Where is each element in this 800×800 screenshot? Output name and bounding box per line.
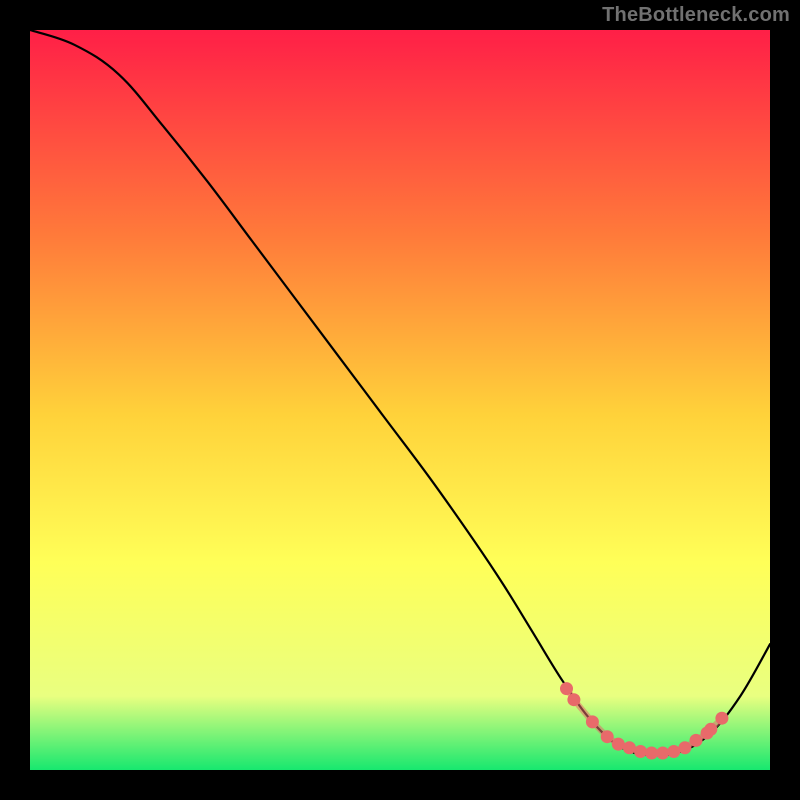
chart-frame: TheBottleneck.com [0,0,800,800]
highlight-dot [656,746,669,759]
highlight-dot [715,712,728,725]
highlight-dot [678,741,691,754]
highlight-dot [690,734,703,747]
plot-area [30,30,770,770]
highlight-dot [645,746,658,759]
highlight-dot [612,738,625,751]
highlight-dot [623,741,636,754]
highlight-dot [567,693,580,706]
highlight-dot [704,723,717,736]
highlight-dot [667,745,680,758]
highlight-dot [560,682,573,695]
highlight-dot [586,715,599,728]
gradient-background [30,30,770,770]
watermark-text: TheBottleneck.com [602,4,790,27]
highlight-dot [634,745,647,758]
chart-svg [30,30,770,770]
highlight-dot [601,730,614,743]
